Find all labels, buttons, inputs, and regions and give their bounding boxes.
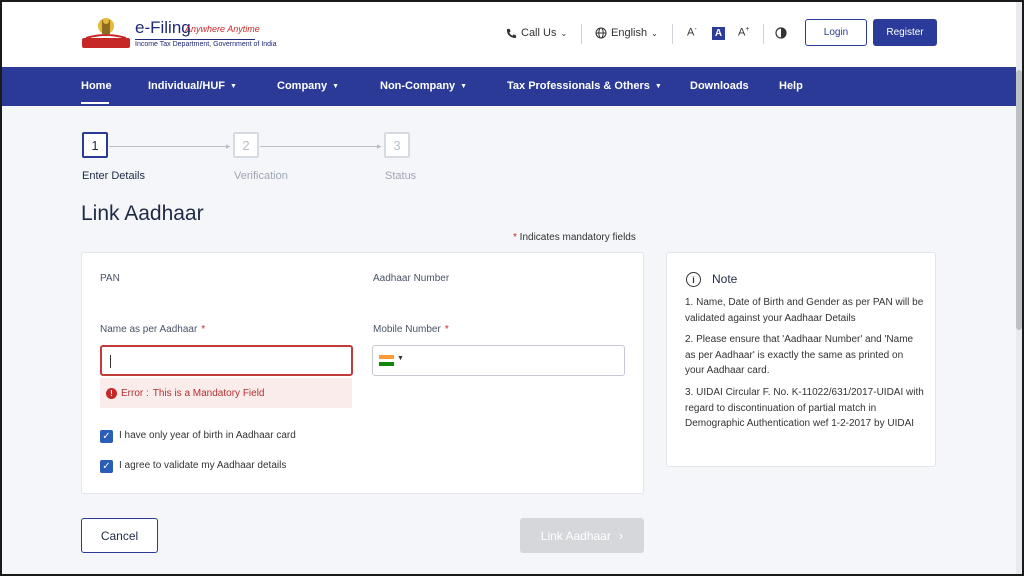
text-cursor <box>110 355 111 368</box>
nav-label: Company <box>277 80 328 92</box>
nav-item-tax-professionals[interactable]: Tax Professionals & Others ▼ <box>507 80 662 92</box>
required-asterisk: * <box>201 324 206 335</box>
year-of-birth-checkbox[interactable]: ✓ <box>100 430 113 443</box>
mandatory-fields-note: * Indicates mandatory fields <box>513 232 636 243</box>
nav-item-home[interactable]: Home <box>81 80 112 92</box>
nav-item-individual-huf[interactable]: Individual/HUF ▼ <box>148 80 237 92</box>
error-message: ! Error : This is a Mandatory Field <box>100 378 352 408</box>
step-2-indicator: 2 <box>233 132 259 158</box>
contrast-icon[interactable] <box>775 27 787 39</box>
header-divider <box>763 24 764 44</box>
top-header: e-Filing Anywhere Anytime Income Tax Dep… <box>0 0 1024 67</box>
pan-label: PAN <box>100 273 120 284</box>
nav-item-downloads[interactable]: Downloads <box>690 80 749 92</box>
globe-icon <box>595 27 607 39</box>
chevron-down-icon: ▼ <box>332 82 340 90</box>
name-label-text: Name as per Aadhaar <box>100 324 198 335</box>
cancel-button[interactable]: Cancel <box>81 518 158 553</box>
mobile-label-text: Mobile Number <box>373 324 441 335</box>
link-aadhaar-label: Link Aadhaar <box>540 528 611 543</box>
mandatory-note-text: Indicates mandatory fields <box>516 232 636 243</box>
nav-item-non-company[interactable]: Non-Company ▼ <box>380 80 467 92</box>
call-us-label: Call Us <box>521 27 557 39</box>
agree-validate-checkbox[interactable]: ✓ <box>100 460 113 473</box>
language-label: English <box>611 27 648 39</box>
error-icon: ! <box>106 387 117 399</box>
error-prefix: Error : <box>121 387 149 399</box>
india-flag-icon[interactable] <box>379 355 394 366</box>
arrow-right-icon: ▸ <box>226 141 231 151</box>
step-1-indicator: 1 <box>82 132 108 158</box>
link-aadhaar-button[interactable]: Link Aadhaar › <box>520 518 644 553</box>
agree-validate-label: I agree to validate my Aadhaar details <box>119 460 287 471</box>
note-item: 1. Name, Date of Birth and Gender as per… <box>685 297 924 324</box>
mobile-number-label: Mobile Number * <box>373 324 449 335</box>
chevron-down-icon: ⌄ <box>560 28 568 38</box>
note-title: Note <box>712 272 738 286</box>
nav-label: Help <box>779 80 803 92</box>
mobile-number-input[interactable]: ▼ <box>372 345 625 376</box>
font-decrease-button[interactable]: A- <box>687 26 697 39</box>
chevron-down-icon: ▼ <box>654 82 662 90</box>
nav-label: Downloads <box>690 80 749 92</box>
logo-subtitle: Income Tax Department, Government of Ind… <box>135 41 277 48</box>
register-button[interactable]: Register <box>873 19 937 46</box>
national-emblem-icon <box>82 18 130 48</box>
name-as-per-aadhaar-input[interactable] <box>100 345 353 376</box>
note-item: 2. Please ensure that 'Aadhaar Number' a… <box>685 334 914 376</box>
step-3-label: Status <box>385 170 417 182</box>
nav-label: Individual/HUF <box>148 80 225 92</box>
info-icon: i <box>686 272 701 287</box>
step-2-label: Verification <box>234 170 288 182</box>
nav-active-indicator <box>81 102 109 104</box>
language-dropdown[interactable]: English ⌄ <box>595 27 658 39</box>
year-of-birth-label: I have only year of birth in Aadhaar car… <box>119 430 296 441</box>
caret-down-icon: ▼ <box>397 355 404 362</box>
font-normal-button[interactable]: A <box>712 27 725 40</box>
required-asterisk: * <box>444 324 449 335</box>
header-divider <box>581 24 582 44</box>
chevron-right-icon: › <box>618 528 624 543</box>
logo-divider <box>135 39 255 40</box>
main-nav: Home Individual/HUF ▼ Company ▼ Non-Compan… <box>0 67 1024 106</box>
arrow-right-icon: ▸ <box>377 141 382 151</box>
font-increase-button[interactable]: A+ <box>738 26 749 39</box>
aadhaar-number-label: Aadhaar Number <box>373 273 450 284</box>
logo-title: e-Filing <box>135 18 191 37</box>
call-us-dropdown[interactable]: Call Us ⌄ <box>506 27 567 39</box>
page-title: Link Aadhaar <box>81 202 204 225</box>
name-as-per-aadhaar-label: Name as per Aadhaar * <box>100 324 205 335</box>
chevron-down-icon: ⌄ <box>651 28 658 38</box>
nav-item-help[interactable]: Help <box>779 80 803 92</box>
step-connector <box>260 146 380 147</box>
step-connector <box>109 146 229 147</box>
login-button[interactable]: Login <box>805 19 867 46</box>
chevron-down-icon: ▼ <box>460 82 468 90</box>
header-divider <box>672 24 673 44</box>
step-3-indicator: 3 <box>384 132 410 158</box>
phone-icon <box>506 28 517 38</box>
logo-tagline: Anywhere Anytime <box>185 24 260 34</box>
note-item: 3. UIDAI Circular F. No. K-11022/631/201… <box>685 387 924 429</box>
nav-label: Non-Company <box>380 80 456 92</box>
step-1-label: Enter Details <box>82 170 145 182</box>
nav-label: Home <box>81 80 112 92</box>
nav-item-company[interactable]: Company ▼ <box>277 80 339 92</box>
scrollbar-thumb[interactable] <box>1016 70 1022 330</box>
nav-label: Tax Professionals & Others <box>507 80 650 92</box>
chevron-down-icon: ▼ <box>230 82 237 90</box>
error-text: This is a Mandatory Field <box>152 387 265 399</box>
efiling-logo[interactable]: e-Filing Anywhere Anytime Income Tax Dep… <box>80 12 277 54</box>
